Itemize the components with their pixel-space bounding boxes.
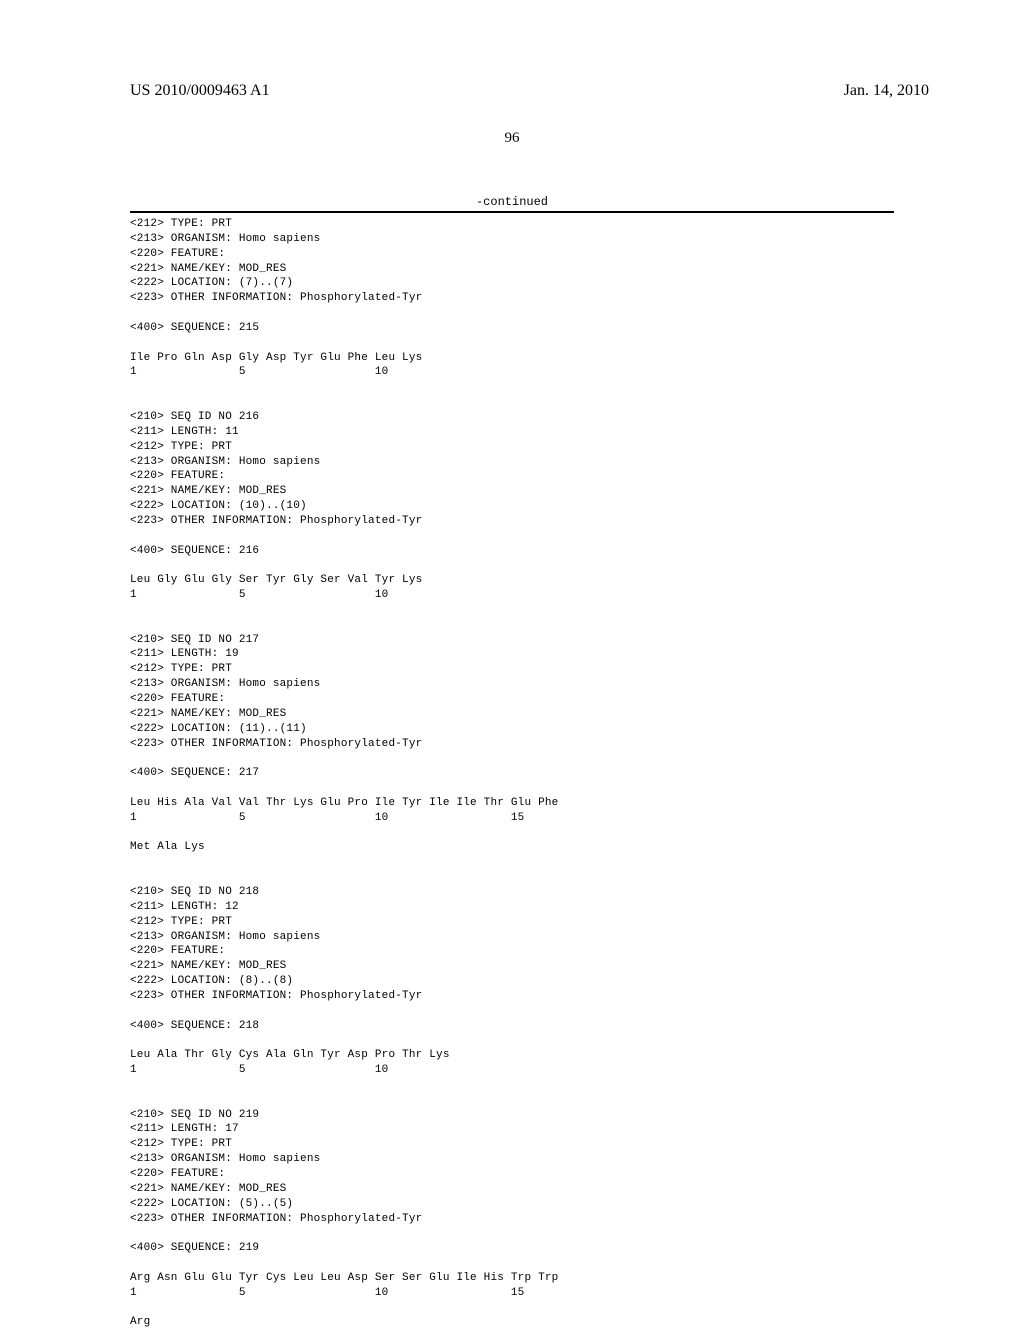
page-header: US 2010/0009463 A1 Jan. 14, 2010 <box>0 0 1024 100</box>
page-number: 96 <box>0 130 1024 147</box>
publication-date: Jan. 14, 2010 <box>844 82 929 100</box>
continued-label: -continued <box>0 195 1024 209</box>
divider-bottom <box>130 212 894 213</box>
sequence-listing-body: <212> TYPE: PRT <213> ORGANISM: Homo sap… <box>0 217 1024 1330</box>
publication-number: US 2010/0009463 A1 <box>130 82 270 100</box>
